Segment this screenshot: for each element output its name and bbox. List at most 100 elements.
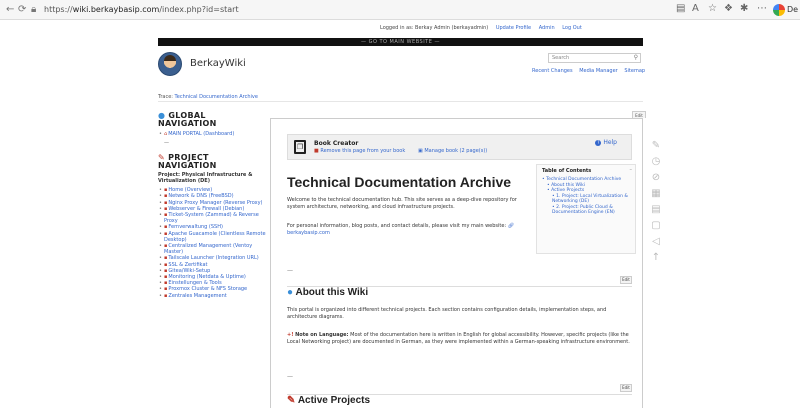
send-icon[interactable]: ◁	[650, 234, 662, 250]
sitemap-link[interactable]: Sitemap	[624, 68, 645, 74]
book-manage-icon: ▣	[418, 148, 423, 154]
lock-icon[interactable]: 🔒︎	[31, 4, 36, 15]
sidebar-item[interactable]: ▪Zentrales Management	[158, 293, 266, 299]
toc-toggle-icon[interactable]: –	[630, 167, 633, 173]
translate-icon[interactable]: A	[692, 3, 699, 14]
export-icon[interactable]: ▢	[650, 218, 662, 234]
sidebar-item-label: Monitoring (Netdata & Uptime)	[168, 274, 246, 281]
sidebar-item-label: Network & DNS (FreeBSD)	[168, 193, 234, 200]
global-nav-heading: ● GLOBAL NAVIGATION	[158, 112, 266, 128]
help-label: Help	[603, 139, 617, 146]
active-title: Active Projects	[297, 395, 371, 406]
edit-tab[interactable]: Edit	[632, 111, 646, 118]
update-profile-link[interactable]: Update Profile	[496, 25, 531, 31]
link-icon[interactable]: ⊘	[650, 170, 662, 186]
browser-toolbar: ← ⟳ 🔒︎ https://wiki.berkaybasip.com/inde…	[0, 0, 800, 20]
item-icon: ▪	[164, 230, 168, 237]
profile-name: De	[787, 5, 799, 14]
item-icon: ▪	[164, 292, 168, 299]
admin-link[interactable]: Admin	[539, 25, 555, 31]
breadcrumb-current[interactable]: Technical Documentation Archive	[175, 94, 258, 100]
address-bar[interactable]: https://wiki.berkaybasip.com/index.php?i…	[44, 3, 484, 17]
main-content: ❐ Book Creator ■ Remove this page from y…	[270, 118, 643, 408]
item-icon: ▪	[164, 224, 168, 231]
item-icon: ▪	[164, 193, 168, 200]
more-icon[interactable]: ⋯	[757, 3, 767, 14]
remove-icon: ■	[314, 148, 319, 154]
sidebar-item-label: Nginx Proxy Manager (Reverse Proxy)	[168, 199, 263, 206]
site-notice-bar[interactable]: — GO TO MAIN WEBSITE —	[158, 38, 643, 46]
site-name[interactable]: BerkayWiki	[190, 58, 246, 69]
pencil-icon[interactable]: ✎	[650, 138, 662, 154]
about-heading: ● About this Wiki	[287, 287, 368, 298]
logged-in-label: Logged in as: Berkay Admin (berkayadmin)	[380, 25, 489, 31]
logout-link[interactable]: Log Out	[562, 25, 582, 31]
remove-from-book-link[interactable]: ■ Remove this page from your book	[314, 148, 405, 154]
manage-label: Manage book (2 page(s))	[424, 148, 488, 154]
manage-book-link[interactable]: ▣ Manage book (2 page(s))	[418, 148, 487, 154]
item-icon: ▪	[164, 286, 168, 293]
global-nav-title: GLOBAL NAVIGATION	[158, 111, 217, 128]
sidebar-item-label: Proxmox Cluster & NFS Storage	[168, 286, 248, 293]
item-icon: ▪	[164, 267, 168, 274]
sidebar-item[interactable]: ▪Centralized Management (Ventoy Master)	[158, 243, 266, 255]
project-nav-title: PROJECT NAVIGATION	[158, 153, 217, 171]
sidebar-item-label: Zentrales Management	[168, 292, 227, 299]
top-icon[interactable]: ↑	[650, 250, 662, 266]
back-icon[interactable]: ←	[6, 4, 14, 15]
sidebar-item-main-portal[interactable]: ⌂MAIN PORTAL (Dashboard)	[158, 131, 266, 137]
language-note: +! Note on Language: Most of the documen…	[287, 332, 632, 346]
search-input[interactable]: Search ⚲	[548, 53, 641, 63]
help-link[interactable]: ? Help	[595, 139, 617, 146]
toc-item-label: About this Wiki	[551, 182, 585, 188]
sidebar-item-label: Gitea/Wiki-Setup	[168, 267, 211, 274]
toc-item-label: 1. Project: Local Virtualization & Netwo…	[552, 193, 628, 205]
toc-item-label: Technical Documentation Archive	[546, 177, 622, 182]
url-prefix: https://	[44, 5, 73, 14]
edit-about-button[interactable]: Edit	[620, 276, 632, 284]
toc-item[interactable]: • 1. Project: Local Virtualization & Net…	[542, 194, 635, 205]
reader-icon[interactable]: ▤	[676, 3, 685, 14]
active-projects-heading: ✎ Active Projects	[287, 395, 370, 406]
toc-title: Table of Contents –	[542, 167, 635, 174]
toc-item-label: Active Projects	[551, 188, 585, 193]
exclamation-icon: +!	[287, 332, 294, 338]
site-logo[interactable]	[158, 52, 182, 76]
sidebar-divider: —	[164, 140, 169, 147]
table-of-contents: Table of Contents – • Technical Documenta…	[536, 164, 636, 254]
pdf-icon[interactable]: ▦	[650, 186, 662, 202]
project-title: Project: Physical Infrastructure & Virtu…	[158, 172, 253, 185]
collections-icon[interactable]: ❖	[724, 3, 733, 14]
item-icon: ▪	[164, 274, 168, 281]
item-icon: ▪	[164, 261, 168, 268]
page-tools: ✎ ◷ ⊘ ▦ ▤ ▢ ◁ ↑	[650, 138, 662, 266]
divider: —	[287, 373, 293, 380]
item-icon: ▪	[164, 205, 168, 212]
item-icon: ▪	[164, 243, 168, 250]
profile-avatar[interactable]	[773, 4, 785, 16]
copy-icon[interactable]: ▤	[650, 202, 662, 218]
search-icon[interactable]: ⚲	[634, 54, 638, 62]
media-manager-link[interactable]: Media Manager	[579, 68, 618, 74]
sidebar-item-label: Apache Guacamole (Clientless Remote Desk…	[164, 230, 266, 243]
url-path: /index.php?id=start	[159, 5, 239, 14]
toc-item[interactable]: • 2. Project: Public Cloud & Documentati…	[542, 205, 635, 216]
about-title: About this Wiki	[295, 287, 369, 298]
history-icon[interactable]: ◷	[650, 154, 662, 170]
website-link-label: berkaybasip.com	[287, 230, 330, 236]
breadcrumb: Trace: Technical Documentation Archive	[158, 93, 643, 102]
top-links: Recent Changes Media Manager Sitemap	[527, 68, 645, 74]
sidebar-item-label: Home (Overview)	[168, 187, 213, 194]
personal-paragraph: For personal information, blog posts, an…	[287, 223, 525, 237]
reload-icon[interactable]: ⟳	[18, 4, 26, 15]
url-host: wiki.berkaybasip.com	[72, 5, 160, 14]
remove-label: Remove this page from your book	[320, 148, 406, 154]
search-placeholder: Search	[552, 55, 570, 61]
sidebar-item[interactable]: ▪Ticket-System (Zammad) & Reverse Proxy	[158, 212, 266, 224]
sidebar-item[interactable]: ▪Apache Guacamole (Clientless Remote Des…	[158, 231, 266, 243]
edit-projects-button[interactable]: Edit	[620, 384, 632, 392]
extensions-icon[interactable]: ✱	[740, 3, 748, 14]
toc-title-label: Table of Contents	[542, 168, 592, 174]
favorite-icon[interactable]: ☆	[708, 3, 717, 14]
recent-changes-link[interactable]: Recent Changes	[532, 68, 573, 74]
